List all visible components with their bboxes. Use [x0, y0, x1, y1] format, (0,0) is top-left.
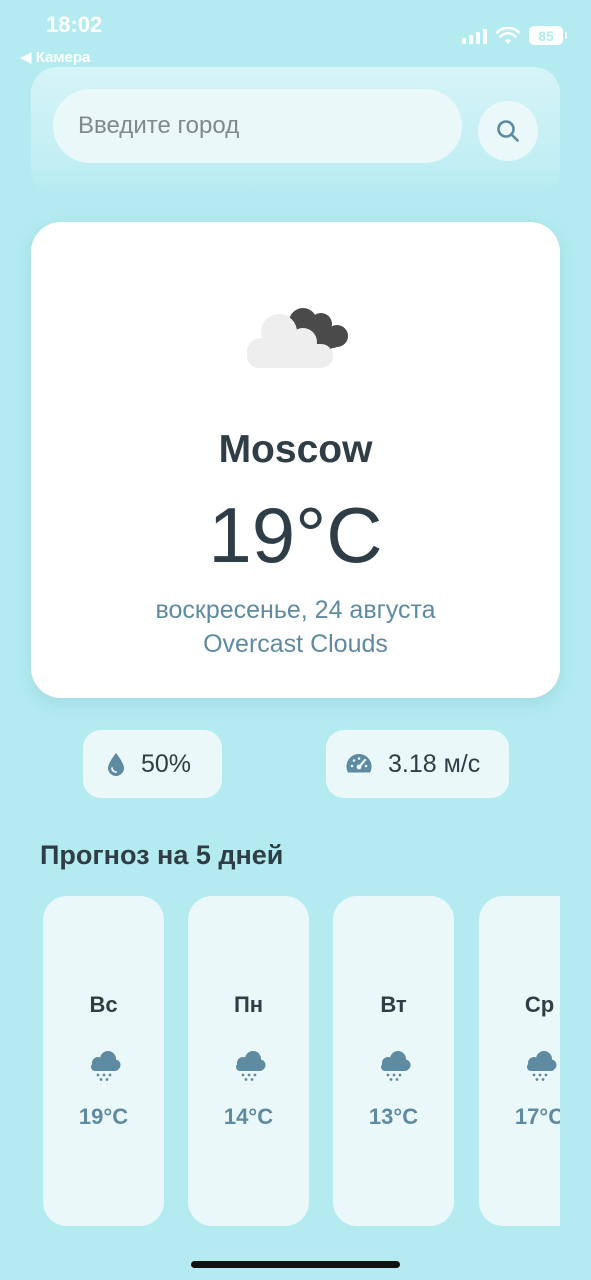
city-search-input[interactable]: [53, 89, 462, 163]
wifi-icon: [496, 26, 520, 44]
battery-indicator: 85: [529, 26, 567, 45]
forecast-day-name: Ср: [524, 992, 555, 1017]
home-indicator[interactable]: [191, 1261, 400, 1268]
speedometer-icon: [346, 753, 372, 773]
rain-cloud-icon: [527, 1051, 557, 1081]
forecast-title: Прогноз на 5 дней: [40, 840, 284, 870]
rain-cloud-icon: [91, 1051, 121, 1081]
wind-pill: 3.18 м/с: [326, 730, 509, 798]
forecast-day-card[interactable]: Пн 14°C: [188, 896, 309, 1226]
forecast-day-name: Вс: [89, 992, 118, 1017]
rain-cloud-icon: [381, 1051, 411, 1081]
status-indicators: 85: [462, 26, 567, 45]
signal-icon: [462, 28, 487, 44]
forecast-carousel[interactable]: Вс 19°C Пн 14°C Вт 13°C Ср 17°C: [0, 896, 560, 1226]
water-drop-icon: [108, 753, 124, 776]
search-button[interactable]: [478, 101, 538, 161]
search-icon: [497, 120, 519, 142]
forecast-day-temp: 17°C: [514, 1104, 560, 1129]
forecast-day-name: Вт: [380, 992, 407, 1017]
wind-value: 3.18 м/с: [388, 749, 481, 778]
humidity-value: 50%: [141, 749, 192, 778]
forecast-day-temp: 13°C: [368, 1104, 419, 1129]
current-temperature: 19°C: [208, 491, 383, 579]
forecast-day-temp: 19°C: [78, 1104, 129, 1129]
forecast-day-temp: 14°C: [223, 1104, 274, 1129]
forecast-day-name: Пн: [233, 992, 264, 1017]
forecast-day-card[interactable]: Вт 13°C: [333, 896, 454, 1226]
overcast-clouds-icon: [247, 308, 348, 368]
humidity-pill: 50%: [83, 730, 222, 798]
current-date: воскресенье, 24 августа: [155, 596, 436, 624]
rain-cloud-icon: [236, 1051, 266, 1081]
forecast-day-card[interactable]: Ср 17°C: [479, 896, 560, 1226]
forecast-day-card[interactable]: Вс 19°C: [43, 896, 164, 1226]
status-time: 18:02: [46, 12, 103, 37]
weather-description: Overcast Clouds: [203, 630, 388, 658]
back-to-camera-link[interactable]: ◀ Камера: [20, 48, 90, 66]
city-name: Moscow: [218, 428, 373, 471]
